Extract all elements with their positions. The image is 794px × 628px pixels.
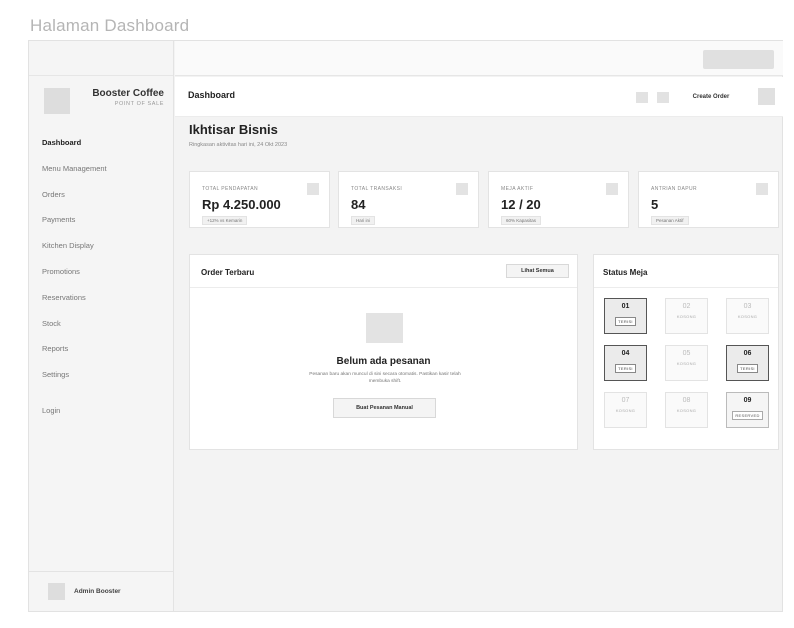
table-tile-08[interactable]: 08 KOSONG xyxy=(665,392,708,428)
table-number: 05 xyxy=(682,350,691,357)
table-tile-07[interactable]: 07 KOSONG xyxy=(604,392,647,428)
sidebar-item-kitchen-display[interactable]: Kitchen Display xyxy=(42,240,107,266)
empty-state-description: Pesanan baru akan muncul di sini secara … xyxy=(309,372,461,384)
stat-badge: Pesanan Aktif xyxy=(651,216,689,225)
sidebar: Booster Coffee POINT OF SALE Dashboard M… xyxy=(29,41,174,611)
sidebar-item-reports[interactable]: Reports xyxy=(42,343,107,369)
stat-value: 5 xyxy=(651,197,659,212)
table-number: 08 xyxy=(682,397,691,404)
stat-label: TOTAL TRANSAKSI xyxy=(351,186,403,192)
stat-badge: Hari ini xyxy=(351,216,376,225)
table-number: 03 xyxy=(743,303,752,310)
table-number: 09 xyxy=(743,397,752,404)
stat-badge: 60% Kapasitas xyxy=(501,216,542,225)
table-status: TERISI xyxy=(615,364,636,373)
table-tile-03[interactable]: 03 KOSONG xyxy=(726,298,769,334)
overview-title: Ikhtisar Bisnis xyxy=(189,122,278,137)
table-status: KOSONG xyxy=(737,314,758,319)
app-frame: Booster Coffee POINT OF SALE Dashboard M… xyxy=(28,40,783,612)
table-tile-09[interactable]: 09 RESERVED xyxy=(726,392,769,428)
table-icon xyxy=(606,183,618,195)
empty-state-title: Belum ada pesanan xyxy=(336,356,431,367)
stat-badge: +12% vs Kemarin xyxy=(202,216,248,225)
header-avatar[interactable] xyxy=(758,88,775,105)
recent-orders-header: Order Terbaru Lihat Semua xyxy=(190,255,577,288)
stat-value: 84 xyxy=(351,197,366,212)
header-action-icon[interactable] xyxy=(657,92,669,103)
table-tile-06[interactable]: 06 TERISI xyxy=(726,345,769,381)
sidebar-user[interactable]: Admin Booster xyxy=(29,571,174,611)
table-status: TERISI xyxy=(615,317,636,326)
page-title: Halaman Dashboard xyxy=(30,16,190,35)
table-status: TERISI xyxy=(737,364,758,373)
stat-card-kitchen-queue: ANTRIAN DAPUR 5 Pesanan Aktif xyxy=(638,171,779,228)
table-number: 04 xyxy=(621,350,630,357)
recent-orders-title: Order Terbaru xyxy=(201,268,255,277)
header-action-icon[interactable] xyxy=(636,92,648,103)
table-tile-02[interactable]: 02 KOSONG xyxy=(665,298,708,334)
transactions-icon xyxy=(456,183,468,195)
stat-value: Rp 4.250.000 xyxy=(202,197,281,212)
table-status: KOSONG xyxy=(676,314,697,319)
sidebar-item-login[interactable]: Login xyxy=(42,405,107,431)
top-bar xyxy=(175,41,783,76)
stat-value: 12 / 20 xyxy=(501,197,541,212)
sidebar-item-menu-management[interactable]: Menu Management xyxy=(42,163,107,189)
revenue-icon xyxy=(307,183,319,195)
table-tile-01[interactable]: 01 TERISI xyxy=(604,298,647,334)
header-title: Dashboard xyxy=(188,90,236,100)
sidebar-item-settings[interactable]: Settings xyxy=(42,369,107,395)
sidebar-item-promotions[interactable]: Promotions xyxy=(42,266,107,292)
brand-logo-icon xyxy=(44,88,70,114)
stat-card-transactions: TOTAL TRANSAKSI 84 Hari ini xyxy=(338,171,479,228)
recent-orders-panel: Order Terbaru Lihat Semua Belum ada pesa… xyxy=(189,254,578,450)
stat-label: MEJA AKTIF xyxy=(501,186,534,192)
sidebar-item-reservations[interactable]: Reservations xyxy=(42,292,107,318)
table-number: 02 xyxy=(682,303,691,310)
create-order-button[interactable]: Create Order xyxy=(680,90,742,104)
table-status: RESERVED xyxy=(732,411,763,420)
brand-name: Booster Coffee xyxy=(92,88,164,99)
sidebar-nav: Dashboard Menu Management Orders Payment… xyxy=(42,137,107,431)
brand: Booster Coffee POINT OF SALE xyxy=(44,88,164,114)
sidebar-item-stock[interactable]: Stock xyxy=(42,318,107,344)
overview-subtitle: Ringkasan aktivitas hari ini, 24 Okt 202… xyxy=(189,142,288,148)
sidebar-item-orders[interactable]: Orders xyxy=(42,189,107,215)
table-status-panel: Status Meja 01 TERISI 02 KOSONG 03 KOSON… xyxy=(593,254,779,450)
create-manual-order-button[interactable]: Buat Pesanan Manual xyxy=(333,398,436,418)
table-status: KOSONG xyxy=(676,408,697,413)
sidebar-item-dashboard[interactable]: Dashboard xyxy=(42,137,107,163)
table-status-header: Status Meja xyxy=(594,255,778,288)
empty-orders-icon xyxy=(366,313,403,343)
table-number: 06 xyxy=(743,350,752,357)
top-bar-button[interactable] xyxy=(703,50,774,69)
brand-subtitle: POINT OF SALE xyxy=(114,101,164,107)
stat-label: ANTRIAN DAPUR xyxy=(651,186,698,192)
table-status: KOSONG xyxy=(676,361,697,366)
stat-card-revenue: TOTAL PENDAPATAN Rp 4.250.000 +12% vs Ke… xyxy=(189,171,330,228)
stat-card-active-tables: MEJA AKTIF 12 / 20 60% Kapasitas xyxy=(488,171,629,228)
stat-label: TOTAL PENDAPATAN xyxy=(202,186,259,192)
table-number: 01 xyxy=(621,303,630,310)
table-number: 07 xyxy=(621,397,630,404)
brand-text: Booster Coffee POINT OF SALE xyxy=(78,88,164,107)
table-tile-04[interactable]: 04 TERISI xyxy=(604,345,647,381)
view-all-button[interactable]: Lihat Semua xyxy=(506,264,569,278)
table-status: KOSONG xyxy=(615,408,636,413)
sidebar-top-bar xyxy=(29,41,173,76)
kitchen-icon xyxy=(756,183,768,195)
table-tile-05[interactable]: 05 KOSONG xyxy=(665,345,708,381)
sidebar-item-payments[interactable]: Payments xyxy=(42,214,107,240)
header: Dashboard Create Order xyxy=(175,77,783,117)
avatar xyxy=(48,583,65,600)
table-status-title: Status Meja xyxy=(603,268,648,277)
user-name: Admin Booster xyxy=(74,588,121,595)
